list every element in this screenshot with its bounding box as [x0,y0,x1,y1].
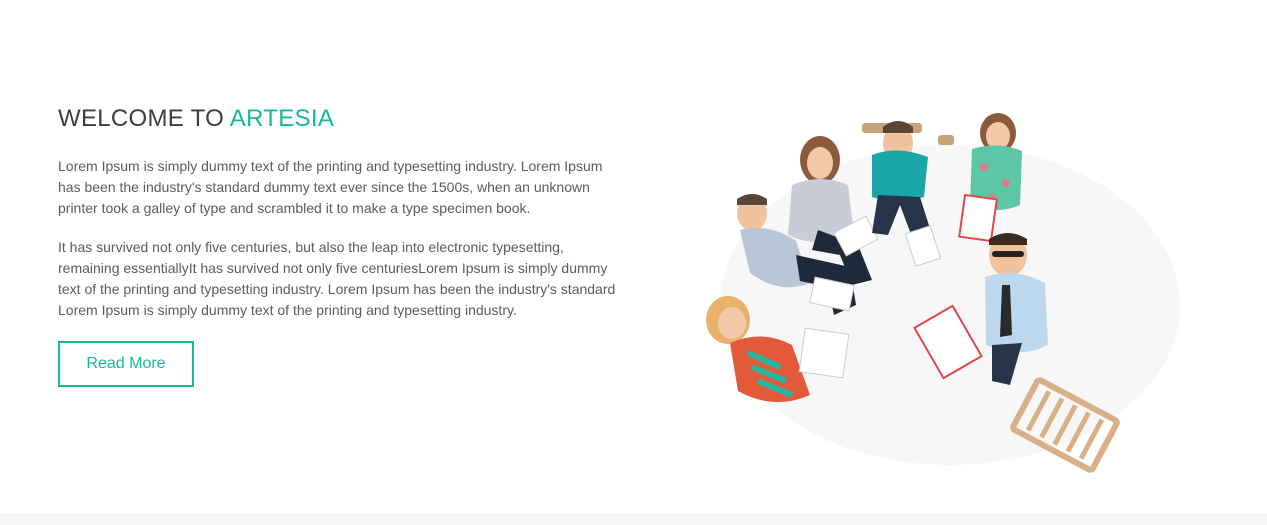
welcome-heading: WELCOME TO ARTESIA [58,104,618,134]
read-more-button[interactable]: Read More [58,341,194,387]
intro-paragraph: Lorem Ipsum is simply dummy text of the … [58,158,603,216]
team-photo [706,113,1180,473]
next-section-edge [0,513,1267,525]
body-paragraph: It has survived not only five centuries,… [58,239,616,318]
welcome-content: WELCOME TO ARTESIA Lorem Ipsum is simply… [58,104,618,387]
welcome-section: WELCOME TO ARTESIA Lorem Ipsum is simply… [0,0,1267,513]
heading-accent: ARTESIA [229,105,335,132]
heading-prefix: WELCOME TO [58,105,230,132]
